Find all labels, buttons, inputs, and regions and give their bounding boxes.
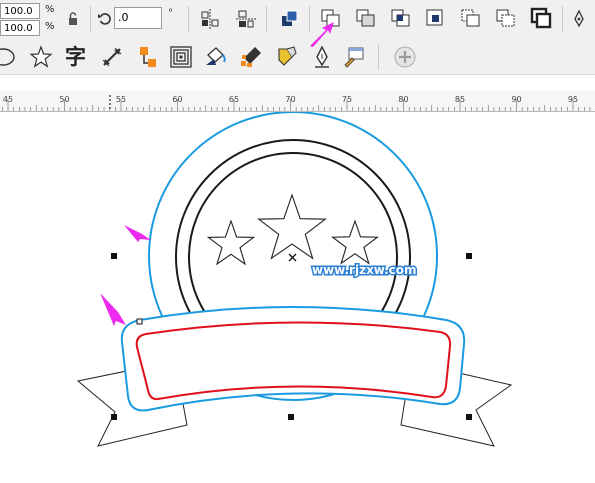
rotation-unit: °: [168, 8, 173, 19]
handle-top-right[interactable]: [466, 253, 472, 259]
horizontal-ruler[interactable]: 45 50 55 60 65 70 75 80 85 90 95: [0, 91, 595, 112]
front-minus-back-icon[interactable]: [458, 5, 484, 31]
ellipse-tool-icon[interactable]: [0, 44, 18, 70]
back-minus-front-icon[interactable]: [493, 5, 519, 31]
ruler-label: 65: [228, 95, 240, 104]
ruler-label: 80: [398, 95, 409, 104]
mirror-vertical-icon[interactable]: [233, 6, 259, 32]
scale-y-unit: %: [45, 21, 55, 32]
scale-x-input[interactable]: 100.0: [0, 3, 40, 19]
ruler-label: 70: [285, 95, 296, 104]
add-tool-icon[interactable]: [392, 44, 418, 70]
scale-x-unit: %: [45, 4, 55, 15]
pointer-arrow-lower: [100, 293, 126, 326]
center-marker: [288, 253, 297, 262]
ruler-label: 90: [511, 95, 522, 104]
dimension-tool-icon[interactable]: [99, 44, 125, 70]
scale-y-input[interactable]: 100.0: [0, 20, 40, 36]
ruler-label: 55: [115, 95, 127, 104]
lock-ratio-icon[interactable]: [60, 6, 86, 32]
mirror-horizontal-icon[interactable]: [197, 6, 223, 32]
watermark-text: www.rjzxw.com: [312, 263, 417, 277]
pointer-arrow-toolbar: [310, 22, 334, 47]
mesh-fill-icon[interactable]: [238, 44, 264, 70]
handle-bottom-left[interactable]: [111, 414, 117, 420]
handle-bottom-right[interactable]: [466, 414, 472, 420]
property-bar: 100.0 % 100.0 % .0 °: [0, 0, 595, 41]
connector-tool-icon[interactable]: [135, 44, 161, 70]
ruler-label: 85: [454, 95, 466, 104]
rotation-input[interactable]: .0: [114, 7, 162, 29]
handle-bottom-center[interactable]: [288, 414, 294, 420]
group-icon[interactable]: [277, 6, 303, 32]
trim-icon[interactable]: [353, 5, 379, 31]
star-right[interactable]: [330, 219, 380, 265]
ruler-label: 95: [567, 95, 579, 104]
ruler-label: 50: [59, 95, 70, 104]
fill-bucket-icon[interactable]: [203, 44, 229, 70]
star-center[interactable]: [257, 193, 327, 260]
contour-tool-icon[interactable]: [168, 44, 194, 70]
svg-text:字: 字: [65, 45, 86, 68]
pointer-arrow-upper: [124, 225, 151, 242]
ruler-label: 60: [172, 95, 183, 104]
star-tool-icon[interactable]: [28, 44, 54, 70]
simplify-icon[interactable]: [423, 5, 449, 31]
drawing-canvas[interactable]: www.rjzxw.com: [0, 112, 595, 483]
outline-pen-icon[interactable]: [566, 6, 592, 32]
text-tool-icon[interactable]: 字: [63, 43, 89, 69]
smart-fill-icon[interactable]: [273, 44, 299, 70]
ruler-label: 45: [2, 95, 14, 104]
toolbox-row: 字: [0, 40, 595, 75]
toolbar-gap: [0, 75, 595, 91]
intersect-icon[interactable]: [388, 5, 414, 31]
ruler-label: 75: [341, 95, 353, 104]
handle-top-left[interactable]: [111, 253, 117, 259]
star-left[interactable]: [206, 219, 256, 266]
node-handle[interactable]: [136, 318, 143, 325]
ruler-ticks: [2, 95, 591, 111]
create-boundary-icon[interactable]: [528, 5, 554, 31]
brush-tool-icon[interactable]: [341, 44, 367, 70]
